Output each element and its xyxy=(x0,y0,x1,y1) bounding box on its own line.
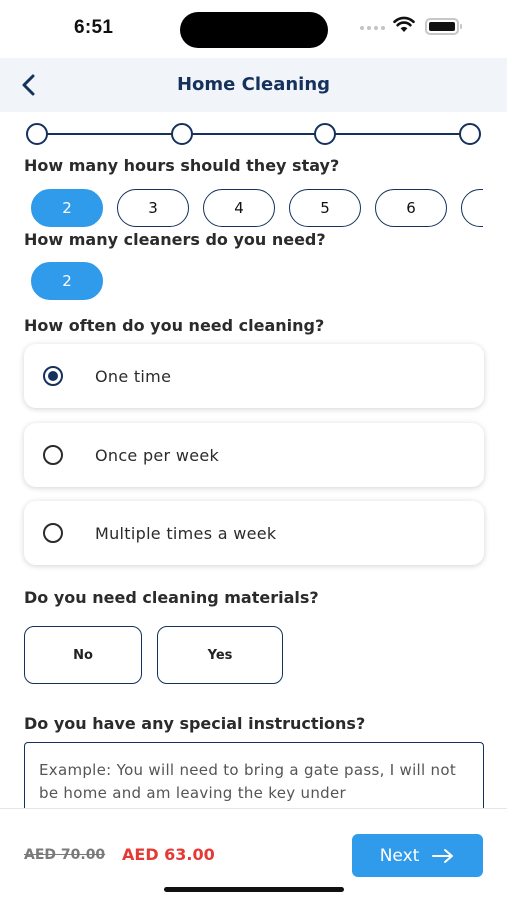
instructions-textarea[interactable]: Example: You will need to bring a gate p… xyxy=(24,742,484,812)
bottom-bar: AED 70.00 AED 63.00 Next xyxy=(0,808,507,900)
next-button[interactable]: Next xyxy=(352,834,483,877)
frequency-question: How often do you need cleaning? xyxy=(24,316,325,335)
step-3-dot xyxy=(314,123,336,145)
frequency-option-label: Once per week xyxy=(95,445,220,465)
hours-question: How many hours should they stay? xyxy=(24,156,340,175)
hours-option-2[interactable]: 2 xyxy=(31,189,103,227)
step-4-dot xyxy=(459,123,481,145)
frequency-option-multiple[interactable]: Multiple times a week xyxy=(24,501,484,565)
hours-options: 2 3 4 5 6 xyxy=(31,189,483,229)
radio-icon[interactable] xyxy=(43,445,63,465)
stepper-line xyxy=(36,133,474,135)
frequency-option-one-time[interactable]: One time xyxy=(24,344,484,408)
radio-icon[interactable] xyxy=(43,523,63,543)
wifi-icon xyxy=(393,16,415,32)
app-header: Home Cleaning xyxy=(0,58,507,112)
materials-yes-button[interactable]: Yes xyxy=(157,626,283,684)
instructions-question: Do you have any special instructions? xyxy=(24,714,366,733)
step-1-dot xyxy=(26,123,48,145)
status-time: 6:51 xyxy=(74,17,114,38)
cleaners-option-2[interactable]: 2 xyxy=(31,262,103,300)
discounted-price: AED 63.00 xyxy=(122,845,215,864)
hours-option-5[interactable]: 5 xyxy=(289,189,361,227)
cleaners-question: How many cleaners do you need? xyxy=(24,230,326,249)
next-button-label: Next xyxy=(379,845,420,866)
dynamic-island xyxy=(180,12,328,48)
status-bar: 6:51 xyxy=(0,0,507,58)
hours-option-3[interactable]: 3 xyxy=(117,189,189,227)
page-title: Home Cleaning xyxy=(176,74,331,95)
frequency-option-label: One time xyxy=(95,366,172,386)
materials-no-button[interactable]: No xyxy=(24,626,142,684)
instructions-placeholder: Example: You will need to bring a gate p… xyxy=(39,761,457,802)
original-price: AED 70.00 xyxy=(24,847,106,863)
hours-option-4[interactable]: 4 xyxy=(203,189,275,227)
progress-stepper xyxy=(26,123,484,145)
hours-option-more[interactable] xyxy=(461,189,483,227)
radio-selected-icon[interactable] xyxy=(43,366,63,386)
signal-icon xyxy=(360,26,385,30)
frequency-option-once-per-week[interactable]: Once per week xyxy=(24,423,484,487)
battery-icon xyxy=(425,18,462,35)
frequency-option-label: Multiple times a week xyxy=(95,523,277,543)
step-2-dot xyxy=(171,123,193,145)
home-indicator xyxy=(164,887,344,892)
hours-option-6[interactable]: 6 xyxy=(375,189,447,227)
arrow-right-icon xyxy=(432,848,454,863)
materials-question: Do you need cleaning materials? xyxy=(24,588,319,607)
